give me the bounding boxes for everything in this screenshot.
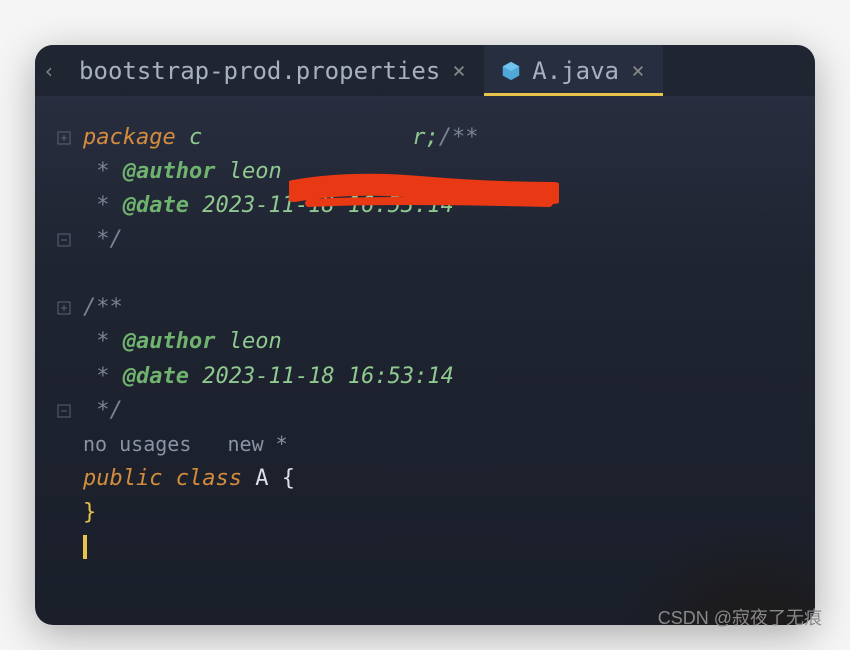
author-value: leon xyxy=(215,325,281,359)
code-line xyxy=(35,530,815,564)
doc-open: /** xyxy=(83,291,123,325)
code-line: * @author leon xyxy=(35,325,815,359)
doc-close: */ xyxy=(83,394,123,428)
tab-label: A.java xyxy=(532,57,619,85)
author-tag: @author xyxy=(110,325,216,359)
chevron-left-icon[interactable]: ‹ xyxy=(35,59,63,83)
code-line: /** xyxy=(35,291,815,325)
date-value: 2023-11-18 16:53:14 xyxy=(189,360,454,394)
code-line: * @date 2023-11-18 16:53:14 xyxy=(35,360,815,394)
author-value: leon xyxy=(215,155,281,189)
doc-open: /** xyxy=(439,121,479,155)
code-line: */ xyxy=(35,394,815,428)
cursor xyxy=(83,535,87,559)
code-line: */ xyxy=(35,223,815,257)
fold-icon[interactable] xyxy=(55,299,73,317)
doc-star: * xyxy=(83,360,110,394)
blank-line xyxy=(35,257,815,291)
new-hint[interactable]: new * xyxy=(228,429,288,460)
code-line: public class A { xyxy=(35,462,815,496)
fold-icon[interactable] xyxy=(55,129,73,147)
doc-star: * xyxy=(83,155,110,189)
class-name: A xyxy=(255,462,282,496)
editor-area[interactable]: package cr;/** * @author leon * @date 20… xyxy=(35,97,815,564)
package-text: c xyxy=(176,121,203,155)
close-icon[interactable] xyxy=(450,62,468,80)
open-brace: { xyxy=(282,462,295,496)
keyword-public: public xyxy=(83,462,176,496)
date-tag: @date xyxy=(110,360,189,394)
inlay-hints: no usages new * xyxy=(35,428,815,462)
fold-close-icon[interactable] xyxy=(55,231,73,249)
code-line: } xyxy=(35,496,815,530)
close-brace: } xyxy=(83,496,96,530)
watermark: CSDN @寂夜了无痕 xyxy=(658,604,822,630)
keyword-class: class xyxy=(176,462,255,496)
semicolon: ; xyxy=(425,121,438,155)
no-usages-hint[interactable]: no usages xyxy=(83,429,191,460)
doc-close: */ xyxy=(83,223,123,257)
close-icon[interactable] xyxy=(629,62,647,80)
tab-bootstrap-properties[interactable]: bootstrap-prod.properties xyxy=(63,45,484,96)
author-tag: @author xyxy=(110,155,216,189)
doc-star: * xyxy=(83,189,110,223)
date-tag: @date xyxy=(110,189,189,223)
doc-star: * xyxy=(83,325,110,359)
editor-window: ‹ bootstrap-prod.properties A.java xyxy=(35,45,815,625)
package-text: r xyxy=(412,121,425,155)
code-line: package c r;/** xyxy=(35,121,815,155)
tab-a-java[interactable]: A.java xyxy=(484,45,663,96)
keyword-package: package xyxy=(83,121,176,155)
tab-bar: ‹ bootstrap-prod.properties A.java xyxy=(35,45,815,97)
tab-label: bootstrap-prod.properties xyxy=(79,57,440,85)
fold-close-icon[interactable] xyxy=(55,402,73,420)
redaction-mark xyxy=(289,173,559,213)
java-file-icon xyxy=(500,60,522,82)
